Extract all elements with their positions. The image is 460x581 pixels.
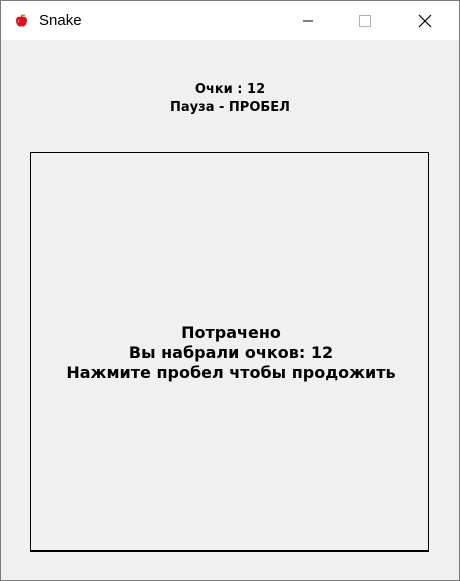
game-board[interactable]: Потрачено Вы набрали очков: 12 Нажмите п… (30, 152, 429, 552)
minimize-button[interactable] (285, 1, 331, 40)
maximize-icon (359, 14, 371, 27)
game-window: Snake Очки : 12 Пауза - ПРОБЕЛ Потрачено… (0, 0, 460, 581)
window-title: Snake (39, 12, 82, 29)
game-over-message: Потрачено Вы набрали очков: 12 Нажмите п… (2, 323, 460, 383)
score-panel: Очки : 12 Пауза - ПРОБЕЛ (1, 81, 459, 117)
apple-icon (14, 13, 29, 28)
restart-hint: Нажмите пробел чтобы продожить (66, 363, 396, 382)
minimize-icon (303, 20, 313, 21)
game-over-title: Потрачено (181, 323, 281, 342)
pause-hint: Пауза - ПРОБЕЛ (170, 100, 290, 115)
maximize-button[interactable] (342, 1, 388, 40)
final-score: Вы набрали очков: 12 (128, 343, 334, 362)
close-button[interactable] (402, 1, 448, 40)
title-bar[interactable]: Snake (1, 1, 459, 40)
score-label: Очки : 12 (194, 82, 266, 97)
close-icon (418, 14, 432, 27)
